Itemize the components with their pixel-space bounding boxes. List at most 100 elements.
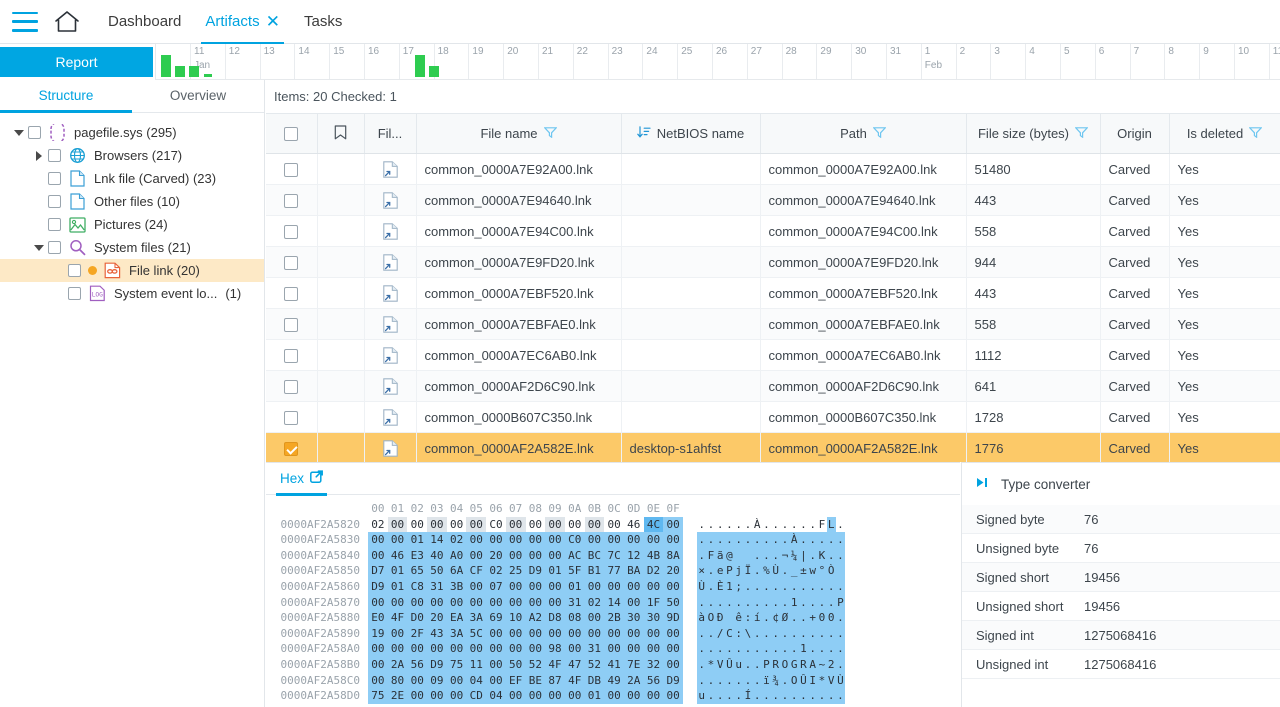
hex-ascii-char[interactable]: . bbox=[697, 595, 706, 611]
hex-ascii-char[interactable]: . bbox=[697, 657, 706, 673]
hex-byte[interactable]: 00 bbox=[388, 626, 408, 642]
hex-ascii-char[interactable]: \ bbox=[743, 626, 752, 642]
hex-bytes[interactable]: 19002F433A5C00000000000000000000 bbox=[368, 626, 683, 642]
hex-byte[interactable]: 4B bbox=[644, 548, 664, 564]
hex-ascii-char[interactable]: . bbox=[780, 563, 789, 579]
hex-ascii-char[interactable]: . bbox=[753, 641, 762, 657]
hex-byte[interactable]: 02 bbox=[585, 595, 605, 611]
hex-byte[interactable]: 00 bbox=[624, 641, 644, 657]
hex-ascii-char[interactable]: . bbox=[697, 673, 706, 689]
hex-ascii-char[interactable]: Ð bbox=[716, 610, 725, 626]
hex-ascii-char[interactable]: w bbox=[808, 563, 817, 579]
hex-ascii-char[interactable] bbox=[725, 610, 734, 626]
hex-byte[interactable]: 77 bbox=[604, 563, 624, 579]
table-header-filetype[interactable]: Fil... bbox=[364, 114, 416, 154]
hex-ascii-char[interactable]: O bbox=[790, 673, 799, 689]
hex-bytes[interactable]: D70165506ACF0225D9015FB177BAD220 bbox=[368, 563, 683, 579]
table-row[interactable]: common_0000AF2D6C90.lnkcommon_0000AF2D6C… bbox=[266, 371, 1280, 402]
hex-ascii-char[interactable]: . bbox=[725, 688, 734, 704]
hex-ascii-char[interactable]: . bbox=[706, 641, 715, 657]
tree-item-checkbox[interactable] bbox=[68, 264, 81, 277]
hex-byte[interactable]: 10 bbox=[506, 610, 526, 626]
hex-byte[interactable]: 87 bbox=[545, 673, 565, 689]
hex-ascii-char[interactable]: . bbox=[817, 626, 826, 642]
hex-ascii-char[interactable]: . bbox=[836, 548, 845, 564]
hex-byte[interactable]: 00 bbox=[447, 517, 467, 533]
hex-line[interactable]: 0000AF2A58D0752E000000CD0400000000010000… bbox=[266, 688, 960, 704]
hex-ascii[interactable]: .*VÛu..PROGRA~2. bbox=[697, 657, 845, 673]
hex-byte[interactable]: D8 bbox=[545, 610, 565, 626]
hex-ascii-char[interactable]: . bbox=[762, 517, 771, 533]
hex-byte[interactable]: 00 bbox=[663, 688, 683, 704]
hex-byte[interactable]: 00 bbox=[526, 532, 546, 548]
hex-ascii-char[interactable]: 0 bbox=[817, 610, 826, 626]
hex-bytes[interactable]: 00000114020000000000C00000000000 bbox=[368, 532, 683, 548]
hex-ascii-char[interactable]: * bbox=[706, 657, 715, 673]
hex-ascii-char[interactable]: . bbox=[762, 548, 771, 564]
tree-item-checkbox[interactable] bbox=[68, 287, 81, 300]
row-bookmark-cell[interactable] bbox=[317, 185, 364, 216]
row-checkbox[interactable] bbox=[284, 163, 298, 177]
external-link-icon[interactable] bbox=[310, 463, 323, 495]
hex-byte[interactable]: 00 bbox=[368, 548, 388, 564]
hex-ascii-char[interactable]: . bbox=[808, 548, 817, 564]
hex-byte[interactable]: 00 bbox=[407, 673, 427, 689]
hex-ascii-char[interactable]: . bbox=[808, 688, 817, 704]
tab-artifacts[interactable]: Artifacts ✕ bbox=[193, 0, 292, 44]
hex-byte[interactable]: 00 bbox=[585, 517, 605, 533]
hex-ascii-char[interactable]: . bbox=[706, 626, 715, 642]
hex-byte[interactable]: 00 bbox=[447, 641, 467, 657]
hex-byte[interactable]: 00 bbox=[644, 688, 664, 704]
hex-ascii[interactable]: ......À......FL. bbox=[697, 517, 845, 533]
hex-line[interactable]: 0000AF2A5850D70165506ACF0225D9015FB177BA… bbox=[266, 563, 960, 579]
hex-bytes[interactable]: 0046E340A00020000000ACBC7C124B8A bbox=[368, 548, 683, 564]
row-checkbox[interactable] bbox=[284, 380, 298, 394]
hex-ascii-char[interactable]: . bbox=[817, 532, 826, 548]
hex-byte[interactable]: 3B bbox=[447, 579, 467, 595]
hex-byte[interactable]: 00 bbox=[486, 532, 506, 548]
hex-ascii-char[interactable]: . bbox=[799, 610, 808, 626]
hex-byte[interactable]: E0 bbox=[368, 610, 388, 626]
hex-ascii[interactable]: ..........À..... bbox=[697, 532, 845, 548]
row-bookmark-cell[interactable] bbox=[317, 154, 364, 185]
hex-ascii[interactable]: .Fã@ ...¬¼|.K.. bbox=[697, 548, 845, 564]
hex-ascii-char[interactable]: L bbox=[827, 517, 836, 533]
hex-byte[interactable]: 12 bbox=[624, 548, 644, 564]
hex-ascii-char[interactable]: . bbox=[771, 532, 780, 548]
hex-byte[interactable]: 00 bbox=[663, 517, 683, 533]
tree-item[interactable]: System files (21) bbox=[0, 236, 264, 259]
hex-byte[interactable]: 00 bbox=[506, 626, 526, 642]
hex-ascii-char[interactable]: ¬ bbox=[780, 548, 789, 564]
hex-byte[interactable]: 00 bbox=[466, 548, 486, 564]
table-header-filename[interactable]: File name bbox=[416, 114, 621, 154]
hex-byte[interactable]: 00 bbox=[388, 517, 408, 533]
hex-ascii-char[interactable]: . bbox=[716, 688, 725, 704]
hex-byte[interactable]: AC bbox=[565, 548, 585, 564]
hex-byte[interactable]: 46 bbox=[388, 548, 408, 564]
hex-byte[interactable]: 4F bbox=[388, 610, 408, 626]
row-checkbox[interactable] bbox=[284, 225, 298, 239]
table-row[interactable]: common_0000AF2A582E.lnkdesktop-s1ahfstco… bbox=[266, 433, 1280, 463]
hex-ascii-char[interactable]: . bbox=[817, 595, 826, 611]
hex-byte[interactable]: 00 bbox=[388, 532, 408, 548]
hex-ascii-char[interactable]: u bbox=[734, 657, 743, 673]
hex-byte[interactable]: 00 bbox=[427, 595, 447, 611]
table-header-check[interactable] bbox=[266, 114, 317, 154]
hex-byte[interactable]: 04 bbox=[486, 688, 506, 704]
hex-byte[interactable]: 00 bbox=[526, 595, 546, 611]
hex-ascii-char[interactable]: . bbox=[827, 688, 836, 704]
hex-byte[interactable]: 00 bbox=[644, 641, 664, 657]
hex-byte[interactable]: 31 bbox=[427, 579, 447, 595]
hex-byte[interactable]: 20 bbox=[486, 548, 506, 564]
hex-byte[interactable]: 50 bbox=[506, 657, 526, 673]
hex-ascii-char[interactable]: Ø bbox=[780, 610, 789, 626]
hex-ascii-char[interactable]: R bbox=[799, 657, 808, 673]
hex-ascii-char[interactable]: í bbox=[753, 610, 762, 626]
hex-byte[interactable]: 00 bbox=[663, 579, 683, 595]
hex-ascii-char[interactable]: Û bbox=[725, 657, 734, 673]
hex-ascii-char[interactable]: O bbox=[780, 657, 789, 673]
table-row[interactable]: common_0000A7E94640.lnkcommon_0000A7E946… bbox=[266, 185, 1280, 216]
hex-byte[interactable]: 52 bbox=[526, 657, 546, 673]
hex-ascii-char[interactable]: Ù bbox=[771, 563, 780, 579]
tree-item-checkbox[interactable] bbox=[48, 195, 61, 208]
